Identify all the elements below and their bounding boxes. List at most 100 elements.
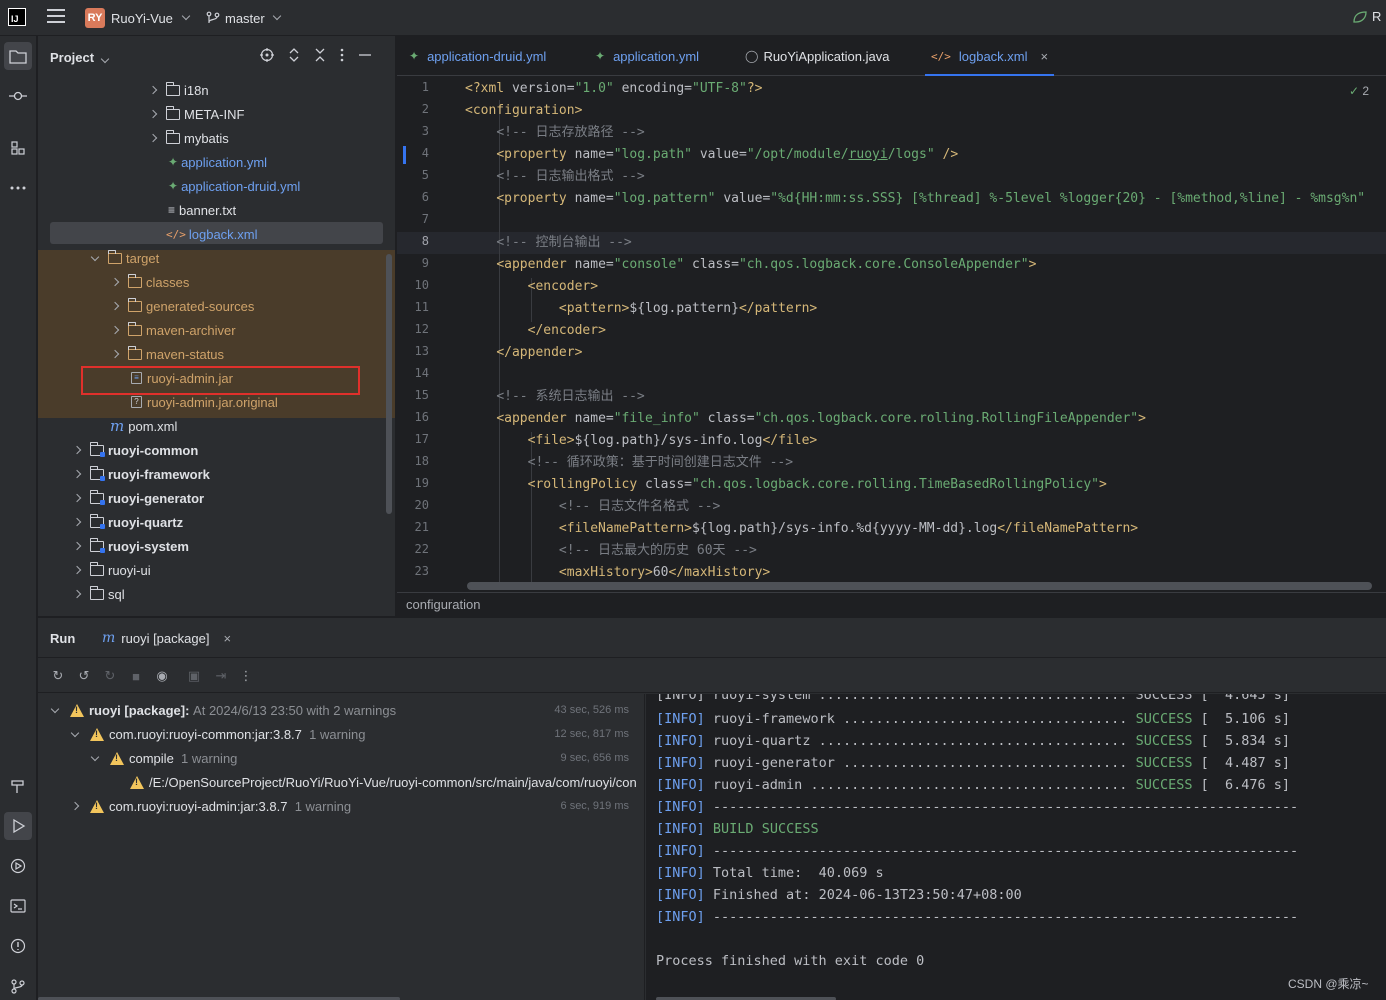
code-content[interactable]: <?xml version="1.0" encoding="UTF-8"?> <…: [465, 78, 1386, 588]
code-line: <!-- 日志文件名格式 -->: [558, 499, 721, 514]
line-number: 4: [421, 146, 429, 160]
build-tree-module-common[interactable]: com.ruoyi:ruoyi-common:jar:3.8.7 1 warni…: [38, 722, 644, 746]
camera-icon[interactable]: ▣: [186, 668, 202, 684]
chevron-right-icon: [72, 589, 82, 599]
tree-item-label: ruoyi-system: [108, 538, 189, 554]
tree-item-target[interactable]: target: [38, 246, 395, 270]
tree-item-application-druid-yml[interactable]: ✦ application-druid.yml: [38, 174, 395, 198]
build-tool-button[interactable]: [4, 772, 32, 800]
tree-item-logback-xml[interactable]: </> logback.xml: [38, 222, 395, 246]
tree-item-label: ruoyi-quartz: [108, 514, 184, 530]
console-line: [INFO] ruoyi-generator .................…: [656, 752, 1290, 774]
log-level-tag: [INFO]: [656, 755, 705, 771]
run-config-widget[interactable]: R: [1352, 9, 1381, 24]
warning-icon: [90, 799, 104, 813]
vcs-branch-switcher[interactable]: master: [206, 7, 281, 29]
build-tree-compile[interactable]: compile 1 warning 9 sec, 656 ms: [38, 746, 644, 770]
more-dots-icon: [10, 186, 26, 190]
run-config-label: R: [1372, 9, 1382, 24]
build-tree-module-admin[interactable]: com.ruoyi:ruoyi-admin:jar:3.8.7 1 warnin…: [38, 794, 644, 818]
toggle-offline-icon[interactable]: ↻: [102, 668, 118, 684]
line-number: 8: [421, 234, 429, 248]
tree-item-label: logback.xml: [188, 226, 258, 242]
log-text: ruoyi-admin ............................…: [704, 777, 1136, 793]
hammer-icon: [11, 780, 24, 793]
git-branch-icon: [11, 979, 25, 994]
commit-tool-button[interactable]: [4, 82, 32, 110]
breadcrumb[interactable]: configuration: [397, 592, 1386, 616]
run-tab-ruoyi-package[interactable]: m ruoyi [package] ×: [102, 630, 231, 646]
java-class-icon: ◯: [745, 49, 759, 63]
collapse-all-icon[interactable]: [314, 48, 326, 62]
tree-item-ruoyi-common[interactable]: ruoyi-common: [38, 438, 395, 462]
rerun-icon[interactable]: ↻: [50, 668, 66, 684]
exit-icon[interactable]: ⇥: [213, 668, 229, 684]
tree-item-sql[interactable]: sql: [38, 582, 395, 606]
run-tool-button[interactable]: [4, 812, 32, 840]
console-line: [INFO] ruoyi-quartz ....................…: [656, 730, 1290, 752]
tree-item-maven-status[interactable]: maven-status: [38, 342, 395, 366]
chevron-down-icon: [90, 252, 100, 261]
project-badge: RY: [85, 8, 105, 28]
more-tools-button[interactable]: [4, 174, 32, 202]
tree-item-ruoyi-ui[interactable]: ruoyi-ui: [38, 558, 395, 582]
tree-item-ruoyi-generator[interactable]: ruoyi-generator: [38, 486, 395, 510]
more-options-icon[interactable]: ⋮: [238, 668, 254, 684]
problems-tool-button[interactable]: [4, 932, 32, 960]
log-text: Total time: 40.069 s: [704, 865, 884, 881]
options-dots-icon[interactable]: [340, 48, 344, 62]
tree-item-pom-xml[interactable]: m pom.xml: [38, 414, 395, 438]
minimize-icon[interactable]: [358, 48, 372, 62]
editor-horizontal-scrollbar[interactable]: [467, 582, 1372, 590]
warning-icon: [70, 703, 84, 717]
console-output[interactable]: [INFO] ruoyi-system ....................…: [646, 694, 1386, 1000]
warning-icon: [90, 727, 104, 741]
tab-application-yml[interactable]: ✦ application.yml: [595, 36, 699, 76]
tree-item-classes[interactable]: classes: [38, 270, 395, 294]
eye-icon[interactable]: ◉: [154, 668, 170, 684]
main-menu-icon[interactable]: [47, 9, 65, 25]
structure-tool-button[interactable]: [4, 134, 32, 162]
expand-all-icon[interactable]: [288, 48, 300, 62]
tree-item-application-yml[interactable]: ✦ application.yml: [38, 150, 395, 174]
tree-item-banner-txt[interactable]: ≡ banner.txt: [38, 198, 395, 222]
code-line: <!-- 系统日志输出 -->: [496, 389, 645, 404]
code-line: <!-- 控制台输出 -->: [496, 235, 632, 250]
tab-label: application.yml: [613, 48, 700, 64]
line-number: 10: [414, 278, 429, 292]
tree-item-meta-inf[interactable]: META-INF: [38, 102, 395, 126]
tree-item-i18n[interactable]: i18n: [38, 78, 395, 102]
services-tool-button[interactable]: [4, 852, 32, 880]
build-tree-warning-file[interactable]: /E:/OpenSourceProject/RuoYi/RuoYi-Vue/ru…: [38, 770, 644, 794]
locate-icon[interactable]: [260, 48, 274, 62]
build-duration: 6 sec, 919 ms: [560, 800, 629, 812]
terminal-tool-button[interactable]: [4, 892, 32, 920]
tab-ruoyiapplication-java[interactable]: ◯ RuoYiApplication.java: [745, 36, 889, 76]
tab-logback-xml[interactable]: </> logback.xml ×: [924, 36, 1055, 76]
line-number: 15: [414, 388, 429, 402]
project-panel-title[interactable]: Project: [50, 50, 109, 65]
code-line: <property name="log.pattern" value="%d{H…: [496, 191, 1366, 206]
tree-item-ruoyi-system[interactable]: ruoyi-system: [38, 534, 395, 558]
close-icon[interactable]: ×: [223, 631, 231, 646]
tree-item-mybatis[interactable]: mybatis: [38, 126, 395, 150]
module-folder-icon: [90, 513, 105, 529]
stop-icon[interactable]: ■: [128, 668, 144, 684]
log-text: Finished at: 2024-06-13T23:50:47+08:00: [704, 887, 1022, 903]
build-tree-root[interactable]: ruoyi [package]: At 2024/6/13 23:50 with…: [38, 698, 644, 722]
project-switcher[interactable]: RY RuoYi-Vue: [85, 7, 191, 29]
tree-item-ruoyi-framework[interactable]: ruoyi-framework: [38, 462, 395, 486]
project-tool-button[interactable]: [4, 42, 32, 70]
line-number: 12: [414, 322, 429, 336]
project-scrollbar[interactable]: [386, 254, 392, 514]
tree-item-maven-archiver[interactable]: maven-archiver: [38, 318, 395, 342]
close-icon[interactable]: ×: [1041, 49, 1049, 64]
spring-yml-icon: ✦: [409, 49, 420, 63]
tab-application-druid-yml[interactable]: ✦ application-druid.yml: [409, 36, 546, 76]
tree-item-generated-sources[interactable]: generated-sources: [38, 294, 395, 318]
inspection-widget[interactable]: ✓ 2: [1349, 84, 1369, 98]
tree-item-ruoyi-quartz[interactable]: ruoyi-quartz: [38, 510, 395, 534]
git-tool-button[interactable]: [4, 972, 32, 1000]
services-icon: [10, 858, 26, 874]
rerun-failed-icon[interactable]: ↺: [76, 668, 92, 684]
